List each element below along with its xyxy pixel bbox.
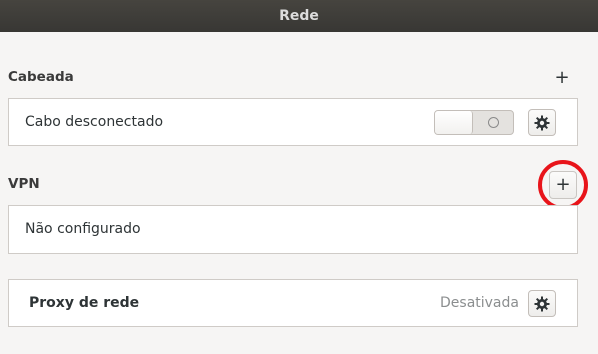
toggle-knob: [435, 111, 473, 134]
proxy-status: Desativada: [440, 295, 519, 311]
add-wired-button[interactable]: +: [548, 64, 576, 92]
wired-settings-button[interactable]: [528, 109, 556, 136]
add-vpn-button[interactable]: +: [549, 171, 577, 199]
vpn-section-heading: VPN: [8, 176, 40, 192]
wired-section-heading: Cabeada: [8, 69, 74, 85]
vpn-card: Não configurado: [8, 205, 578, 254]
gear-icon: [534, 296, 550, 311]
toggle-off-indicator-icon: [488, 117, 499, 128]
proxy-label: Proxy de rede: [29, 295, 140, 311]
wired-connection-card: Cabo desconectado: [8, 98, 578, 146]
wired-toggle-switch[interactable]: [434, 110, 514, 135]
gear-icon: [534, 115, 550, 130]
title-bar: Rede: [0, 0, 598, 32]
window-title: Rede: [279, 8, 319, 24]
plus-icon: +: [555, 174, 571, 195]
wired-connection-label: Cabo desconectado: [25, 114, 164, 130]
proxy-card[interactable]: Proxy de rede Desativada: [8, 279, 578, 327]
proxy-settings-button[interactable]: [528, 290, 556, 317]
plus-icon: +: [554, 67, 570, 88]
vpn-empty-label: Não configurado: [25, 221, 141, 237]
